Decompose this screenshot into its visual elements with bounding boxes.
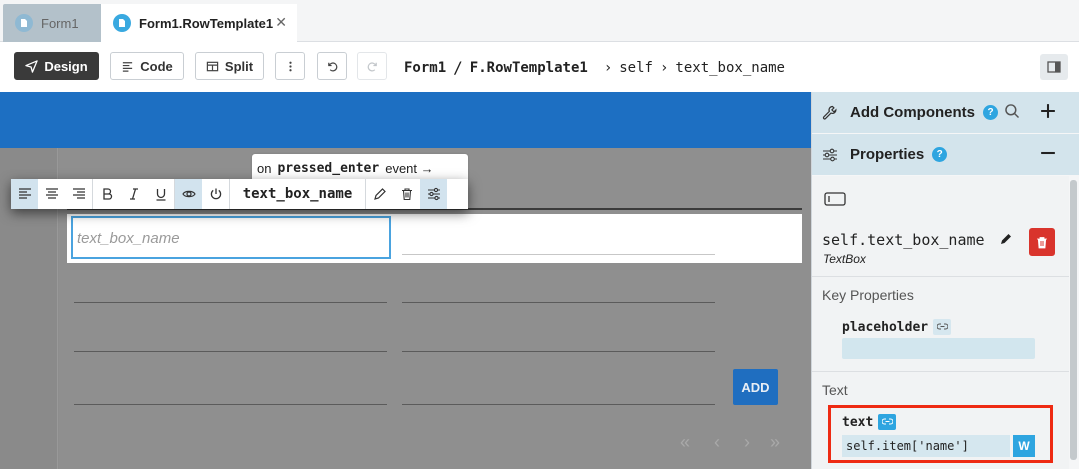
design-canvas[interactable]: ADD « ‹ › » [0, 92, 811, 469]
placeholder-input[interactable] [842, 338, 1035, 359]
help-icon[interactable]: ? [932, 147, 948, 162]
toggle-panel-button[interactable] [1040, 54, 1068, 80]
split-view-icon [206, 61, 219, 71]
delete-icon[interactable] [393, 179, 420, 209]
sidebar-toggle-icon [1047, 61, 1061, 73]
first-page-icon[interactable]: « [680, 432, 690, 453]
trash-icon [1037, 236, 1047, 248]
power-icon[interactable] [202, 179, 229, 209]
split-button[interactable]: Split [195, 52, 264, 80]
row-cell-line [402, 302, 715, 303]
textbox-component-icon [824, 192, 846, 206]
breadcrumb-slash: / [453, 58, 463, 77]
undo-icon [327, 61, 337, 71]
add-button[interactable]: ADD [733, 369, 778, 405]
underline-icon[interactable] [147, 179, 174, 209]
previous-page-icon[interactable]: ‹ [714, 432, 720, 453]
component-type: TextBox [823, 252, 866, 266]
tab-form1-rowtemplate1[interactable]: Form1.RowTemplate1 ✕ [101, 4, 297, 42]
link-icon[interactable] [933, 319, 952, 335]
row-cell-line [74, 351, 387, 352]
row-cell-line [402, 351, 715, 352]
component-path: self.text_box_name [822, 231, 1013, 249]
tab-label: Form1 [41, 15, 79, 31]
rename-pencil-icon[interactable] [999, 232, 1013, 246]
text-box-name[interactable]: text_box_name [71, 216, 391, 259]
breadcrumb-self[interactable]: self [619, 60, 653, 76]
redo-button[interactable] [357, 52, 387, 80]
delete-component-button[interactable] [1029, 228, 1055, 256]
selected-component-name[interactable]: text_box_name [230, 186, 365, 202]
help-icon[interactable]: ? [983, 105, 998, 120]
properties-header[interactable]: Properties ? [812, 134, 1079, 175]
key-properties-heading: Key Properties [822, 287, 914, 303]
breadcrumb-chevron: › [659, 59, 669, 76]
redo-icon [367, 61, 377, 71]
placeholder-property: placeholder [842, 319, 952, 335]
floating-toolbar: text_box_name [11, 179, 468, 209]
app-header-bar [0, 92, 811, 148]
code-button[interactable]: Code [110, 52, 184, 80]
file-icon [113, 14, 131, 32]
more-vertical-icon [288, 61, 292, 71]
send-icon [25, 59, 39, 73]
breadcrumb-form[interactable]: Form1 [404, 60, 446, 76]
breadcrumb-template[interactable]: F.RowTemplate1 [470, 60, 588, 76]
breadcrumb: Form1 / F.RowTemplate1 › self › text_box… [404, 58, 785, 77]
file-icon [15, 14, 33, 32]
tab-form1[interactable]: Form1 [3, 4, 101, 42]
plus-icon[interactable] [1040, 103, 1056, 119]
row-cell-line [74, 404, 387, 405]
settings-sliders-icon[interactable] [420, 179, 447, 209]
search-icon[interactable] [1004, 103, 1020, 119]
tab-bar: Form1 Form1.RowTemplate1 ✕ [0, 0, 1079, 42]
edit-pencil-icon[interactable] [366, 179, 393, 209]
breadcrumb-chevron: › [603, 59, 613, 76]
row-cell-line [74, 302, 387, 303]
undo-button[interactable] [317, 52, 347, 80]
more-options-button[interactable] [275, 52, 305, 80]
row-cell-line [402, 404, 715, 405]
text-property-highlight [828, 405, 1053, 463]
text-section-heading: Text [822, 382, 848, 398]
code-lines-icon [123, 61, 133, 72]
panel-scrollbar[interactable] [1070, 180, 1077, 460]
last-page-icon[interactable]: » [770, 432, 780, 453]
event-tag[interactable]: on pressed_enter event → [252, 154, 468, 182]
breadcrumb-component[interactable]: text_box_name [675, 60, 785, 76]
next-page-icon[interactable]: › [744, 432, 750, 453]
design-button[interactable]: Design [14, 52, 99, 80]
editor-toolbar: Design Code Split Form1 / F.RowTemplate1… [0, 42, 1079, 92]
collapse-minus-icon[interactable] [1040, 145, 1056, 161]
wrench-icon [822, 105, 837, 120]
tab-label: Form1.RowTemplate1 [139, 15, 274, 31]
align-right-icon[interactable] [65, 179, 92, 209]
align-center-icon[interactable] [38, 179, 65, 209]
visibility-icon[interactable] [175, 179, 202, 209]
close-icon[interactable]: ✕ [275, 14, 287, 31]
second-text-box-line[interactable] [402, 254, 715, 255]
align-left-icon[interactable] [11, 179, 38, 209]
sliders-icon [823, 148, 837, 161]
add-components-header[interactable]: Add Components ? [812, 92, 1079, 133]
bold-icon[interactable] [93, 179, 120, 209]
italic-icon[interactable] [120, 179, 147, 209]
row-template-card[interactable]: text_box_name [67, 214, 802, 263]
